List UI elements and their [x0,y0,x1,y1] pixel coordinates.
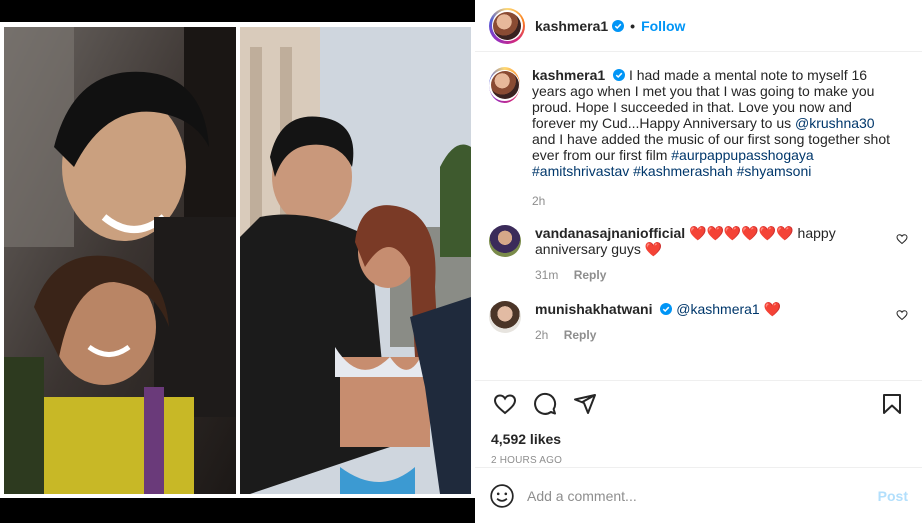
comment-username[interactable]: munishakhatwani [535,301,652,317]
caption-username[interactable]: kashmera1 [532,67,605,83]
verified-badge-icon [613,69,626,81]
comment-button[interactable] [525,384,565,424]
like-comment-icon[interactable] [896,233,908,245]
author-username[interactable]: kashmera1 [535,18,608,34]
heart-emoji: ❤️ [763,301,782,317]
like-comment-icon[interactable] [896,309,908,321]
verified-badge-icon [660,303,673,315]
post-details-panel: kashmera1 • Follow kashmera1 I had made … [475,0,922,523]
post-timestamp[interactable]: 2 HOURS AGO [475,455,922,466]
comment-item: munishakhatwani @kashmera1 ❤️ 2h Reply [489,301,908,343]
author-avatar[interactable] [489,7,525,44]
caption-time[interactable]: 2h [532,194,545,208]
comment-input[interactable] [527,487,878,504]
heart-emoji: ❤️ [644,241,663,257]
couple-photo-recent [240,27,471,494]
commenter-avatar[interactable] [489,301,521,333]
comment-mention[interactable]: @kashmera1 [676,301,759,317]
heart-outline-icon [493,394,517,415]
photo-right [240,27,471,494]
caption-meta: 2h [532,193,894,209]
reply-button[interactable]: Reply [574,268,607,282]
post-comment-button[interactable]: Post [878,488,908,504]
bookmark-icon [883,394,901,414]
action-icons-row [475,381,922,427]
instagram-post-view: kashmera1 • Follow kashmera1 I had made … [0,0,922,523]
comment-item: vandanasajnaniofficial ❤️❤️❤️❤️❤️❤️ happ… [489,225,908,283]
comment-time[interactable]: 31m [535,268,558,282]
reply-button[interactable]: Reply [564,328,597,342]
comment-meta: 2h Reply [535,327,781,343]
post-actions: 4,592 likes 2 HOURS AGO Post [475,380,922,523]
comment-time[interactable]: 2h [535,328,548,342]
comment-bubble-icon [534,392,557,415]
commenter-avatar[interactable] [489,225,521,257]
post-media[interactable] [0,0,475,523]
like-button[interactable] [485,384,525,424]
comment-body: vandanasajnaniofficial ❤️❤️❤️❤️❤️❤️ happ… [535,225,908,283]
heart-emojis: ❤️❤️❤️❤️❤️❤️ [689,225,794,241]
caption: kashmera1 I had made a mental note to my… [489,67,908,209]
save-button[interactable] [872,384,912,424]
avatar-image [493,11,521,40]
comment-meta: 31m Reply [535,267,880,283]
post-header: kashmera1 • Follow [475,0,922,52]
share-button[interactable] [565,384,605,424]
comment-body: munishakhatwani @kashmera1 ❤️ 2h Reply [535,301,809,343]
paper-plane-icon [574,394,596,414]
photo-collage [0,22,475,498]
couple-photo-old [4,27,236,494]
smiley-icon[interactable] [489,483,515,509]
photo-left [4,27,236,494]
comment-composer: Post [475,467,922,523]
caption-avatar[interactable] [489,67,520,103]
caption-body: kashmera1 I had made a mental note to my… [532,67,908,209]
likes-count[interactable]: 4,592 likes [475,431,922,447]
verified-badge-icon [612,19,625,32]
follow-button[interactable]: Follow [641,18,685,34]
comment-username[interactable]: vandanasajnaniofficial [535,225,685,241]
separator-dot: • [630,17,636,34]
caption-mention[interactable]: @krushna30 [795,115,875,131]
comments-section[interactable]: kashmera1 I had made a mental note to my… [475,53,922,380]
